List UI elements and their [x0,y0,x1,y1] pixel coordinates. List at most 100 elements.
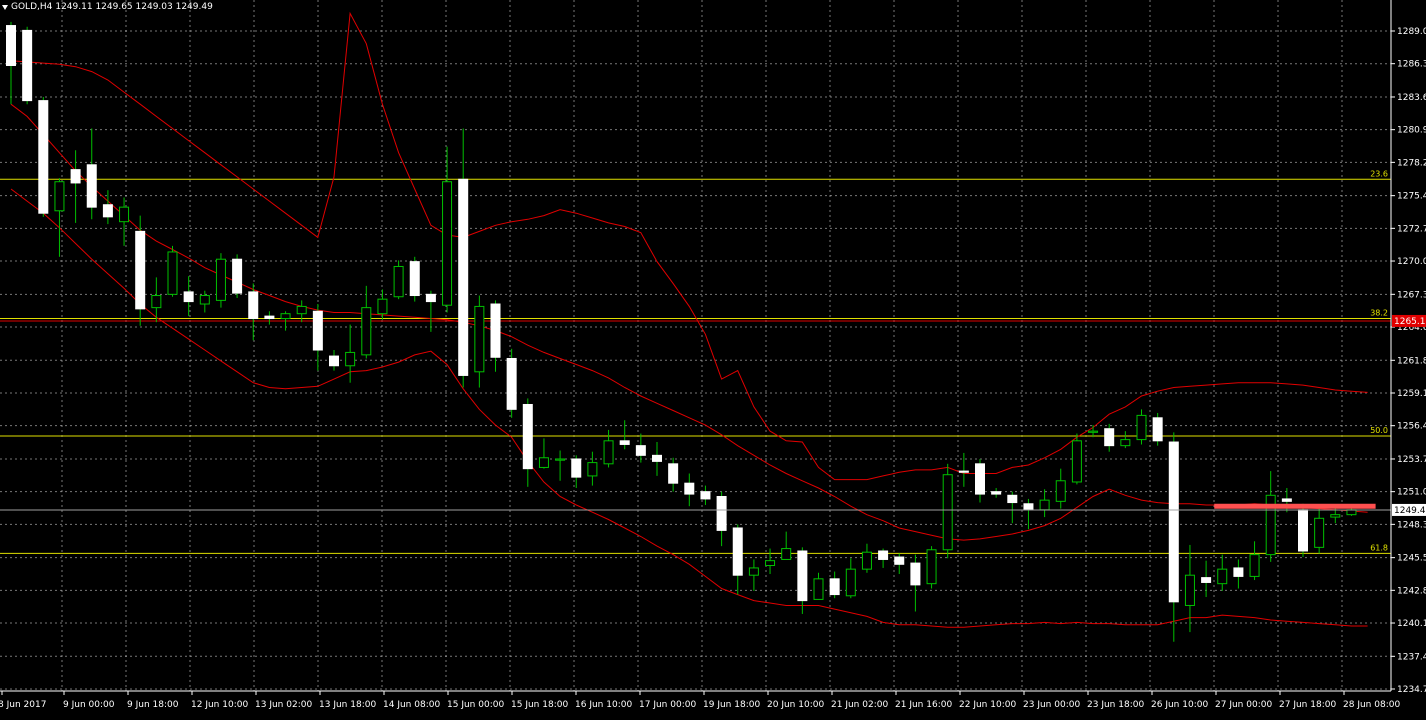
price-axis-label: 1253.70 [1397,455,1426,465]
price-axis-label: 1248.30 [1397,520,1426,530]
candle-body-bullish [1217,568,1228,585]
candle-body-bearish [716,496,727,531]
time-axis-label: 20 Jun 10:00 [767,700,824,710]
candle-body-bearish [1007,494,1018,504]
candle-body-bullish [167,251,178,295]
fib-level-label: 61.8 [1370,543,1388,552]
candle-body-bearish [619,440,630,445]
candle-body-bullish [555,458,566,461]
time-axis-label: 27 Jun 00:00 [1215,700,1272,710]
candle-body-bullish [280,313,291,320]
candle-body-bullish [603,440,614,465]
candle-body-bearish [38,100,49,214]
price-axis-label: 1270.05 [1397,257,1426,267]
candle-body-bullish [1249,554,1260,577]
price-axis-label: 1240.15 [1397,619,1426,629]
candle-body-bearish [668,463,679,484]
candle-body-bearish [1152,417,1163,442]
candle-body-bearish [1298,509,1308,552]
price-axis-label: 1261.85 [1397,356,1426,366]
candle-body-bearish [506,357,517,410]
candle-body-bearish [910,562,921,586]
price-axis-label: 1280.90 [1397,126,1426,136]
candle-body-bullish [781,548,792,560]
time-axis-label: 15 Jun 00:00 [447,700,504,710]
candle-body-bearish [312,310,323,351]
price-axis-label: 1242.85 [1397,586,1426,596]
price-axis-label: 1286.35 [1397,60,1426,70]
price-axis-label: 1275.45 [1397,192,1426,202]
dropdown-triangle-icon[interactable] [2,4,8,10]
price-axis-label: 1234.70 [1397,685,1426,695]
candle-body-bullish [199,295,210,305]
candle-body-bearish [264,315,275,320]
candle-body-bearish [6,25,16,67]
candle-body-bullish [119,206,130,223]
price-chart[interactable]: 23.6 38.2 50.0 61.8 1289.05 1286.35 1283.60 12… [0,0,1426,716]
candle-body-bullish [393,265,404,298]
candle-body-bearish [991,491,1002,495]
price-axis-label: 1251.00 [1397,488,1426,498]
price-axis-label: 1289.05 [1397,27,1426,37]
candle-body-bullish [54,181,65,212]
candle-body-bearish [975,463,985,495]
candle-body-bullish [748,567,759,576]
candle-body-bearish [490,303,501,358]
candle-body-bearish [635,445,646,456]
time-axis-label: 15 Jun 18:00 [511,700,568,710]
price-axis-label: 1272.75 [1397,224,1426,234]
candle-body-bullish [442,181,453,306]
candle-body-bullish [1136,414,1147,441]
candle-body-bearish [894,556,905,565]
time-axis-label: 13 Jun 18:00 [319,700,376,710]
price-axis-label: 1256.45 [1397,422,1426,432]
time-axis-label: 21 Jun 16:00 [895,700,952,710]
time-axis-label: 22 Jun 10:00 [959,700,1016,710]
candle-body-bearish [1168,441,1179,603]
time-axis-label: 23 Jun 18:00 [1087,700,1144,710]
time-axis-label: 21 Jun 02:00 [831,700,888,710]
candle-body-bearish [1023,503,1034,511]
candle-body-bullish [1039,499,1050,511]
time-axis-label: 17 Jun 00:00 [639,700,696,710]
candle-body-bullish [861,551,872,570]
candle-body-bullish [538,457,549,468]
candle-body-bearish [1281,498,1292,502]
time-axis-label: 28 Jun 08:00 [1343,700,1400,710]
candle-body-bullish [1314,517,1325,548]
candle-body-bearish [329,355,339,367]
candle-body-bearish [732,527,743,576]
candle-body-bearish [700,491,711,500]
candle-body-bullish [345,351,356,367]
chart-window[interactable]: 23.6 38.2 50.0 61.8 1289.05 1286.35 1283.60 12… [0,0,1426,716]
price-axis-label: 1283.60 [1397,93,1426,103]
time-axis-label: 13 Jun 02:00 [255,700,312,710]
symbol-label: GOLD,H4 [11,2,53,12]
candle-body-bearish [522,403,533,470]
candle-body-bearish [797,550,808,602]
candle-body-bearish [102,204,113,218]
price-axis-label: 1278.20 [1397,158,1426,168]
candle-body-bullish [1071,440,1082,483]
candle-body-bullish [474,305,485,373]
candle-body-bearish [409,261,420,297]
candle-body-bearish [684,482,695,495]
time-axis-label: 14 Jun 08:00 [383,700,440,710]
candle-body-bearish [425,293,436,303]
candle-body-bullish [942,474,953,551]
candle-body-bearish [183,291,194,303]
candle-body-bullish [377,298,388,315]
candle-body-bearish [1233,567,1244,577]
candle-body-bearish [829,578,840,596]
time-axis-label: 9 Jun 00:00 [63,700,115,710]
alert-price-label: 1265.1 [1394,317,1426,327]
chart-background [0,0,1426,716]
price-axis-label: 1267.30 [1397,290,1426,300]
candle-body-bullish [1346,509,1357,516]
candle-body-bearish [878,550,889,560]
current-price-label: 1249.49 [1394,506,1426,516]
candle-body-bullish [361,307,372,356]
candle-body-bullish [151,295,162,309]
candle-body-bearish [458,178,469,376]
candle-body-bearish [22,29,33,102]
